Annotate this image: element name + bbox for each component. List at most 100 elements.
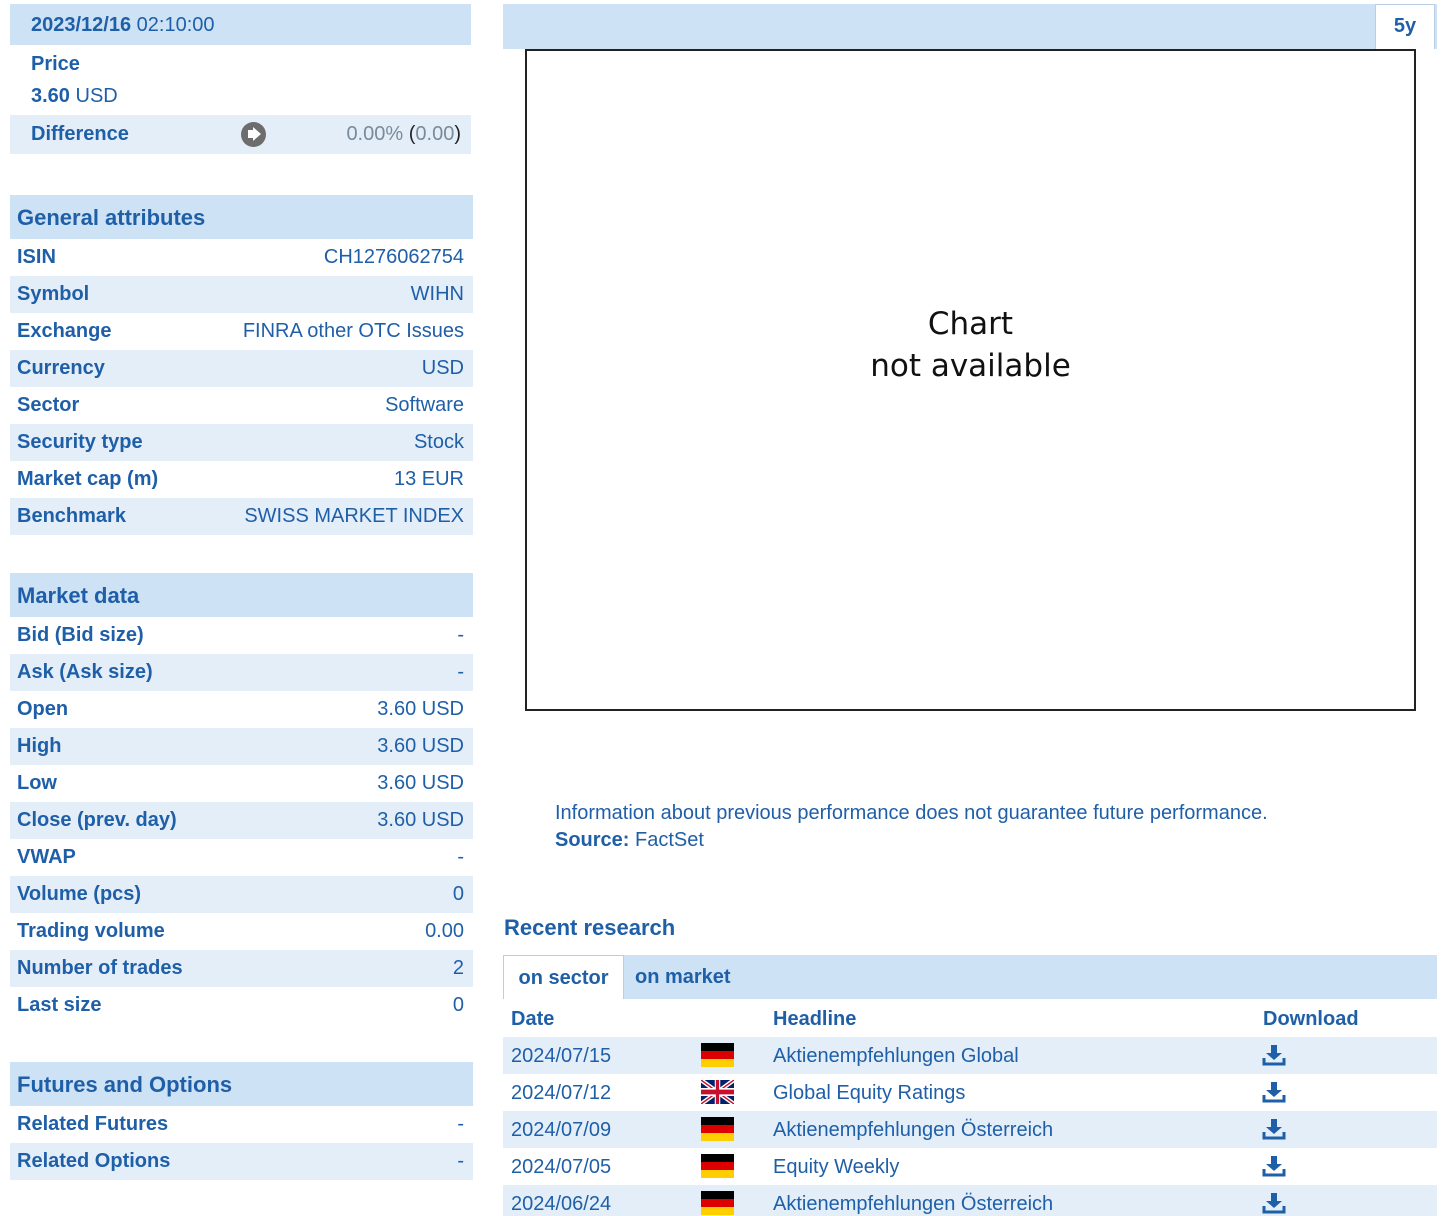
download-icon[interactable]: [1261, 1117, 1287, 1141]
source-label: Source:: [555, 829, 630, 851]
attribute-row: Market cap (m) 13 EUR: [10, 461, 473, 498]
attribute-label: VWAP: [17, 846, 76, 868]
attribute-value: -: [457, 1113, 464, 1135]
attribute-value: SWISS MARKET INDEX: [244, 505, 464, 527]
attribute-value: 3.60 USD: [377, 809, 464, 831]
attribute-row: Sector Software: [10, 387, 473, 424]
attribute-row: Benchmark SWISS MARKET INDEX: [10, 498, 473, 535]
research-headline-link[interactable]: Aktienempfehlungen Österreich: [773, 1193, 1053, 1216]
attribute-row: Related Options -: [10, 1143, 473, 1180]
research-headline-link[interactable]: Aktienempfehlungen Österreich: [773, 1119, 1053, 1142]
research-title: Recent research: [504, 915, 676, 940]
chart-area: Chart not available: [525, 49, 1416, 711]
attribute-value: 3.60 USD: [377, 698, 464, 720]
price-value: 3.60 USD: [31, 85, 118, 108]
table-row[interactable]: 2024/07/05 Equity Weekly: [503, 1148, 1437, 1185]
difference-row: Difference 0.00% (0.00): [10, 115, 471, 154]
arrow-right-icon: [241, 122, 266, 147]
attribute-value: 3.60 USD: [377, 772, 464, 794]
chart-message-line2: not available: [870, 348, 1071, 384]
attribute-row: Ask (Ask size) -: [10, 654, 473, 691]
uk-flag-icon: [700, 1077, 735, 1107]
attribute-value: 13 EUR: [393, 468, 464, 490]
attribute-label: Ask (Ask size): [17, 661, 153, 683]
research-headline-link[interactable]: Aktienempfehlungen Global: [773, 1045, 1019, 1068]
attribute-label: Security type: [17, 431, 143, 453]
research-headline-link[interactable]: Global Equity Ratings: [773, 1082, 965, 1105]
difference-value: 0.00% (0.00): [346, 123, 461, 145]
attribute-row: Last size 0: [10, 987, 473, 1024]
attribute-row: Exchange FINRA other OTC Issues: [10, 313, 473, 350]
source-line: Source: FactSet: [555, 827, 1268, 854]
disclaimer-text: Information about previous performance d…: [555, 802, 1268, 824]
performance-disclaimer: Information about previous performance d…: [555, 800, 1268, 854]
attribute-label: Trading volume: [17, 920, 165, 942]
source-value: FactSet: [635, 829, 704, 851]
research-date: 2024/07/09: [511, 1119, 612, 1141]
germany-flag-icon: [701, 1117, 734, 1141]
research-table: Date Headline Download 2024/07/15 Aktiene…: [503, 999, 1437, 1216]
attribute-label: Market cap (m): [17, 468, 159, 490]
germany-flag-icon: [701, 1043, 734, 1067]
germany-flag-icon: [701, 1154, 734, 1178]
chart-unavailable-message: Chart not available: [527, 303, 1414, 387]
attribute-row: VWAP -: [10, 839, 473, 876]
attribute-value: 0: [452, 994, 464, 1016]
attribute-row: Number of trades 2: [10, 950, 473, 987]
tab-on-market[interactable]: on market: [635, 955, 731, 999]
attribute-label: Currency: [17, 357, 105, 379]
attribute-value: FINRA other OTC Issues: [242, 320, 464, 342]
attribute-row: Security type Stock: [10, 424, 473, 461]
tab-5y[interactable]: 5y: [1375, 4, 1435, 49]
attribute-label: Volume (pcs): [17, 883, 142, 905]
attribute-row: Symbol WIHN: [10, 276, 473, 313]
attribute-label: Low: [17, 772, 57, 794]
attribute-row: Close (prev. day) 3.60 USD: [10, 802, 473, 839]
germany-flag-icon: [701, 1191, 734, 1215]
table-row[interactable]: 2024/07/15 Aktienempfehlungen Global: [503, 1037, 1437, 1074]
attribute-label: Last size: [17, 994, 102, 1016]
attribute-row: Volume (pcs) 0: [10, 876, 473, 913]
section-title: General attributes: [10, 195, 473, 239]
tab-on-sector[interactable]: on sector: [503, 955, 624, 999]
table-row[interactable]: 2024/07/09 Aktienempfehlungen Österreich: [503, 1111, 1437, 1148]
table-row[interactable]: 2024/06/24 Aktienempfehlungen Österreich: [503, 1185, 1437, 1216]
column-download: Download: [1263, 1008, 1359, 1030]
attribute-label: Close (prev. day): [17, 809, 177, 831]
attribute-label: Number of trades: [17, 957, 183, 979]
download-icon[interactable]: [1261, 1191, 1287, 1215]
attribute-label: Sector: [17, 394, 80, 416]
download-icon[interactable]: [1261, 1154, 1287, 1178]
research-date: 2024/07/15: [511, 1045, 612, 1067]
research-date: 2024/07/05: [511, 1156, 612, 1178]
difference-abs: 0.00: [415, 123, 455, 145]
attribute-label: Symbol: [17, 283, 90, 305]
chart-tab-bar: [503, 4, 1437, 49]
attribute-label: Benchmark: [17, 505, 126, 527]
quote-date: 2023/12/16: [31, 14, 132, 36]
attribute-label: Exchange: [17, 320, 112, 342]
price-label: Price: [31, 53, 80, 75]
attribute-row: Low 3.60 USD: [10, 765, 473, 802]
download-icon[interactable]: [1261, 1043, 1287, 1067]
column-date: Date: [511, 1008, 555, 1030]
price-currency: USD: [75, 85, 118, 107]
table-header: Date Headline Download: [503, 999, 1437, 1037]
column-headline: Headline: [773, 1008, 857, 1030]
research-date: 2024/07/12: [511, 1082, 612, 1104]
table-row[interactable]: 2024/07/12 Global Equity Ratings: [503, 1074, 1437, 1111]
attribute-value: 3.60 USD: [377, 735, 464, 757]
download-icon[interactable]: [1261, 1080, 1287, 1104]
attribute-label: Open: [17, 698, 69, 720]
research-headline-link[interactable]: Equity Weekly: [773, 1156, 899, 1179]
attribute-value: -: [457, 624, 464, 646]
difference-label: Difference: [31, 123, 129, 145]
attribute-row: ISIN CH1276062754: [10, 239, 473, 276]
attribute-row: Related Futures -: [10, 1106, 473, 1143]
attribute-value: WIHN: [410, 283, 464, 305]
attribute-value: -: [457, 846, 464, 868]
attribute-row: Trading volume 0.00: [10, 913, 473, 950]
futures-options-section: Futures and Options Related Futures - Rela…: [10, 1062, 473, 1180]
attribute-label: Related Options: [17, 1150, 171, 1172]
quote-timestamp: 2023/12/16 02:10:00: [10, 4, 471, 45]
